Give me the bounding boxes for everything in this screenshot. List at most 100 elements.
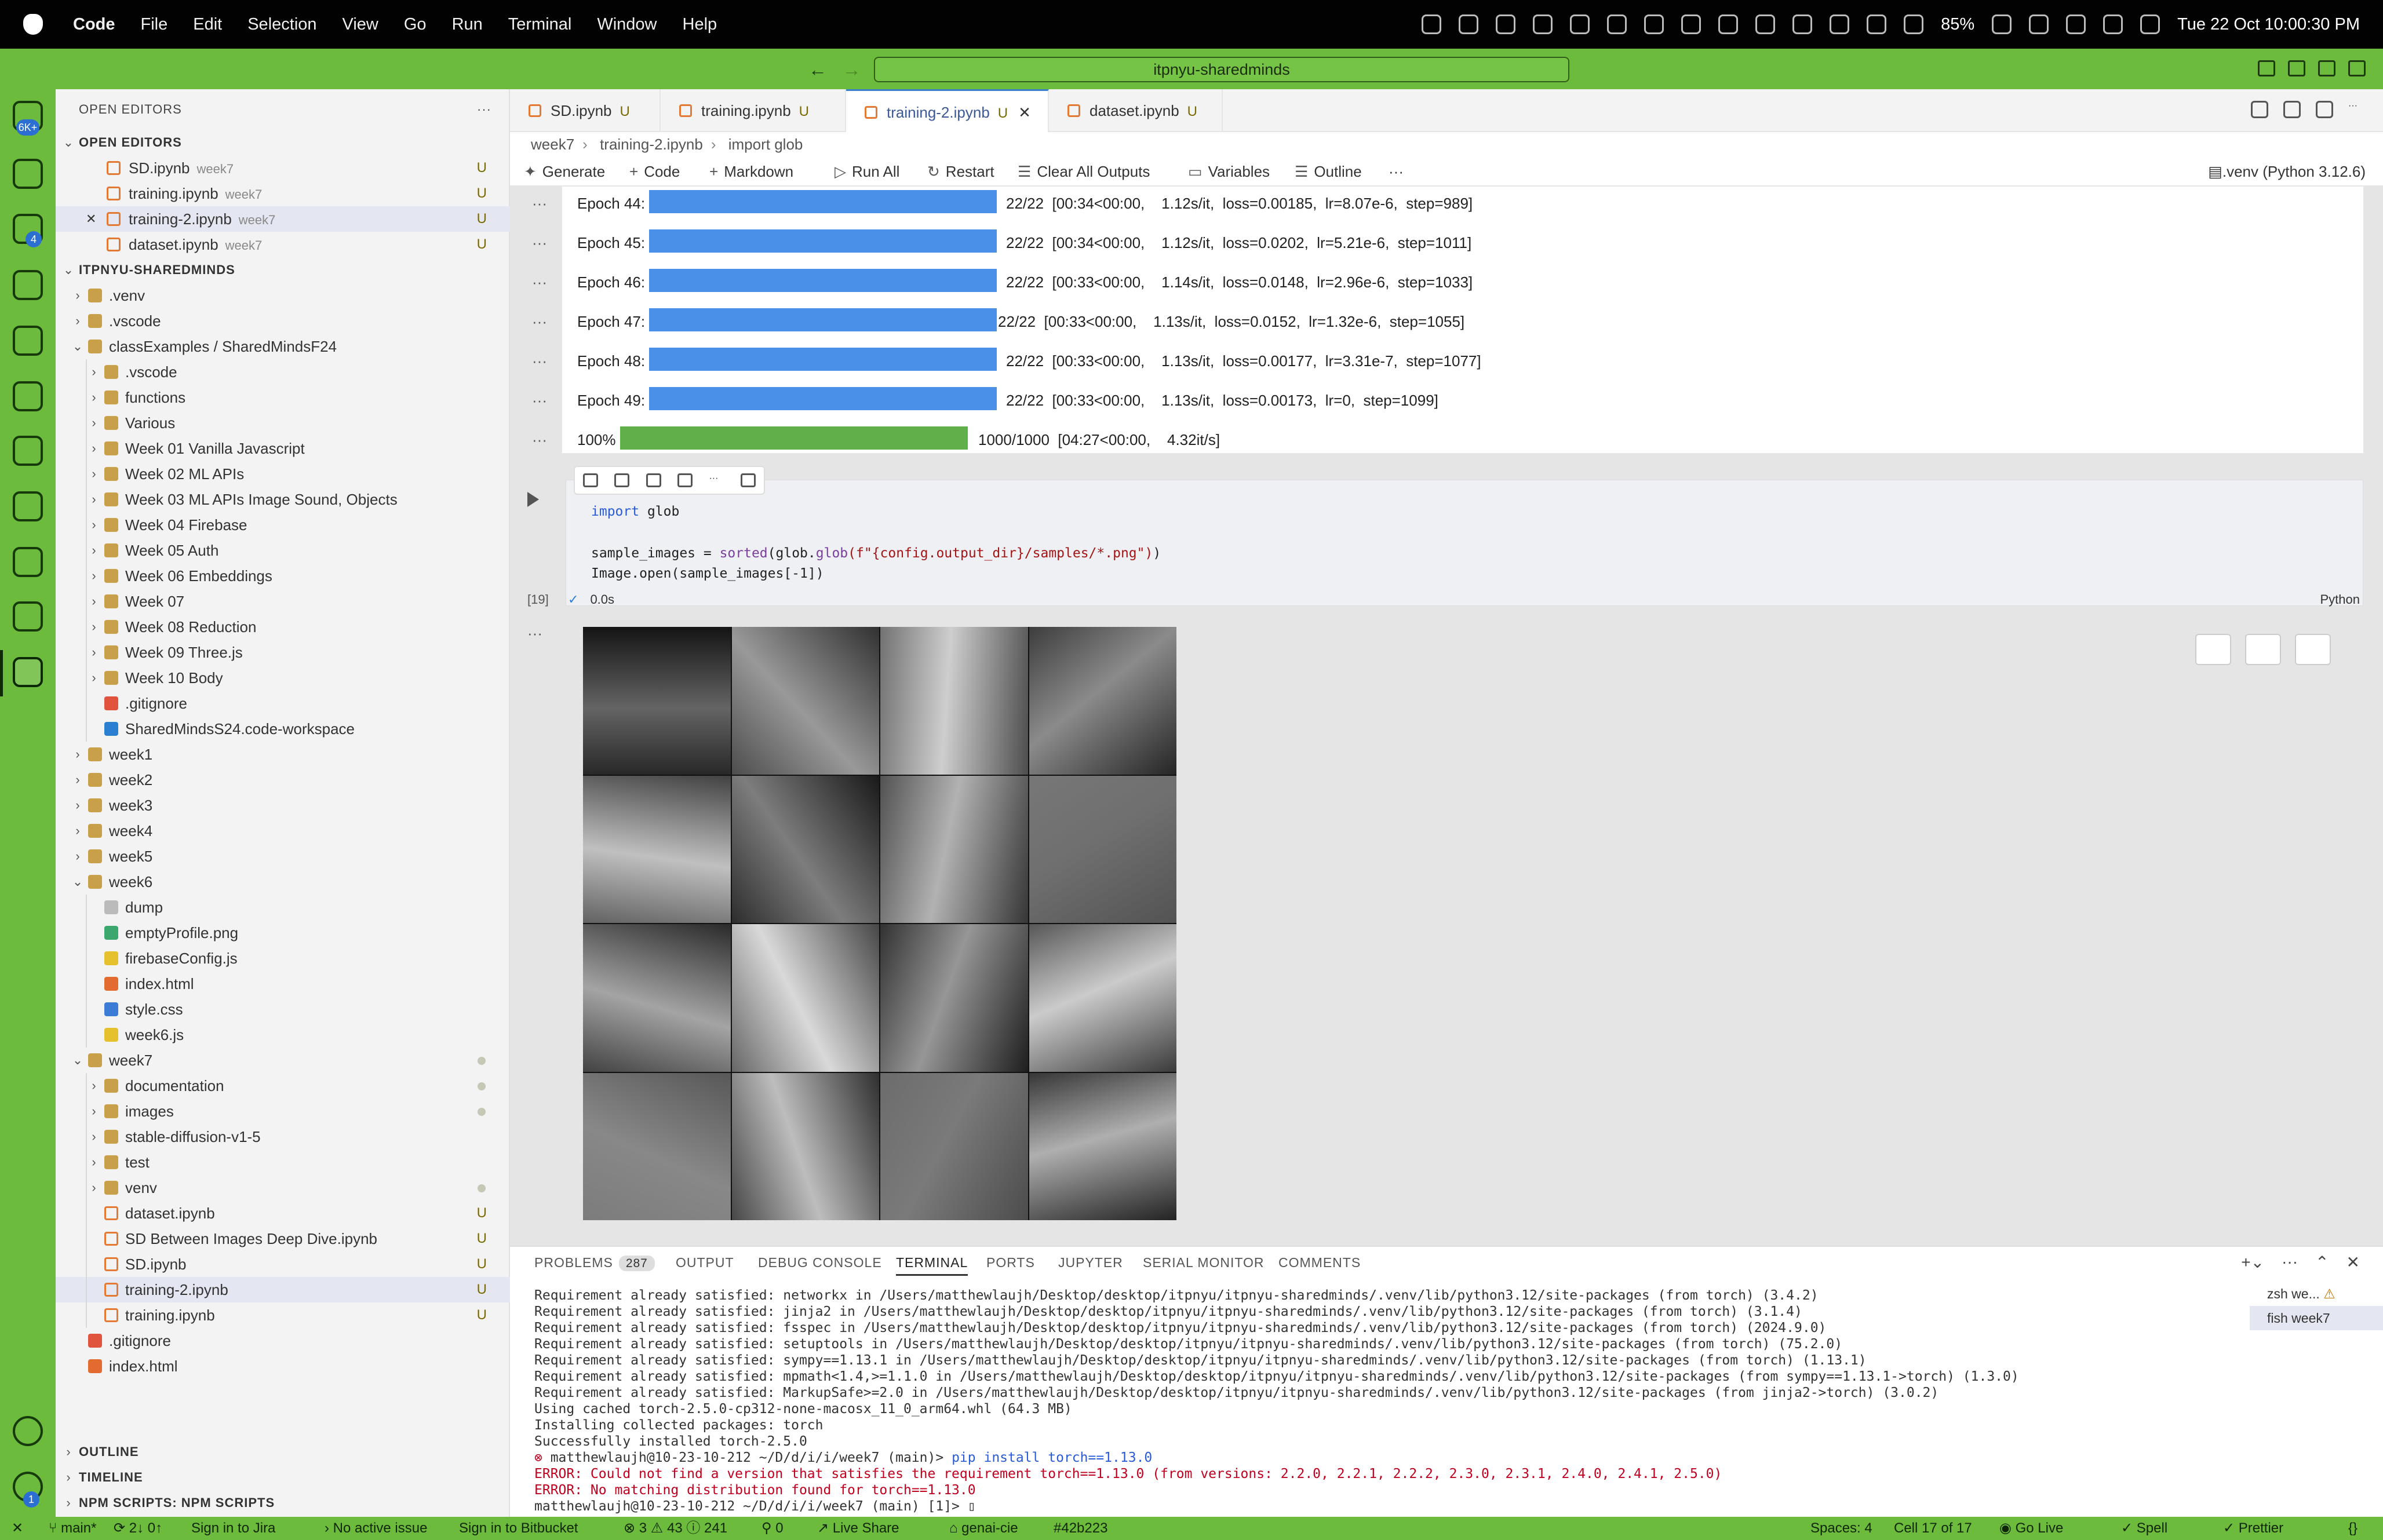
- notifications-icon[interactable]: {}: [2348, 1517, 2358, 1540]
- tree-item-week-03-ml-apis-image-sound-objects[interactable]: › Week 03 ML APIs Image Sound, Objects: [56, 487, 510, 512]
- tree-item-week4[interactable]: › week4: [56, 818, 510, 844]
- row-more-icon[interactable]: ···: [532, 392, 547, 410]
- sync-indicator[interactable]: ⟳ 2↓ 0↑: [114, 1517, 162, 1540]
- settings-icon[interactable]: [2251, 101, 2268, 118]
- cell-language[interactable]: Python: [2320, 592, 2360, 607]
- open-editor-item[interactable]: dataset.ipynb week7 U: [56, 232, 510, 257]
- row-more-icon[interactable]: ···: [532, 234, 547, 252]
- clock[interactable]: Tue 22 Oct 10:00:30 PM: [2177, 15, 2360, 34]
- notification-app-icon[interactable]: [1422, 14, 1442, 34]
- live-share-button[interactable]: ↗ Live Share: [817, 1517, 899, 1540]
- mirroring-icon[interactable]: [1644, 14, 1664, 34]
- tree-item-week1[interactable]: › week1: [56, 742, 510, 767]
- run-below-icon[interactable]: [614, 473, 630, 487]
- more-icon[interactable]: ···: [2348, 101, 2366, 118]
- row-more-icon[interactable]: ···: [532, 195, 547, 213]
- chatgpt-icon[interactable]: [1533, 14, 1553, 34]
- split-editor-icon[interactable]: [2316, 101, 2333, 118]
- tree-item-firebaseconfig-js[interactable]: firebaseConfig.js: [56, 946, 510, 971]
- tree-item-documentation[interactable]: › documentation: [56, 1073, 510, 1099]
- breadcrumb-cell[interactable]: import glob: [728, 136, 803, 153]
- testing-flask-icon[interactable]: [13, 270, 43, 300]
- tree-item-emptyprofile-png[interactable]: emptyProfile.png: [56, 920, 510, 946]
- close-panel-icon[interactable]: ✕: [2346, 1253, 2360, 1272]
- battery-icon[interactable]: [1992, 14, 2012, 34]
- tree-item-dataset-ipynb[interactable]: dataset.ipynb U: [56, 1200, 510, 1226]
- back-arrow-icon[interactable]: ←: [808, 59, 827, 80]
- delete-cell-icon[interactable]: [740, 473, 756, 487]
- outline-section[interactable]: › OUTLINE: [56, 1439, 510, 1465]
- toggle-sidebar-icon[interactable]: [2258, 60, 2275, 76]
- wifi-icon[interactable]: [2029, 14, 2049, 34]
- genai-indicator[interactable]: ⌂ genai-cie: [949, 1517, 1018, 1540]
- tab-ports[interactable]: PORTS: [986, 1255, 1035, 1271]
- tab-dataset[interactable]: dataset.ipynb U: [1049, 89, 1223, 132]
- menu-selection[interactable]: Selection: [247, 15, 316, 34]
- airdrop-icon[interactable]: [1830, 14, 1850, 34]
- open-editor-item[interactable]: training.ipynb week7 U: [56, 181, 510, 206]
- tree-item-vscode[interactable]: › .vscode: [56, 359, 510, 385]
- save-output-icon[interactable]: [2295, 634, 2331, 665]
- tab-serial-monitor[interactable]: SERIAL MONITOR: [1143, 1255, 1265, 1271]
- tree-item-week3[interactable]: › week3: [56, 793, 510, 818]
- commit-hash[interactable]: #42b223: [1054, 1517, 1107, 1540]
- variables-button[interactable]: ▭ Variables: [1188, 156, 1270, 187]
- tree-item-week7[interactable]: ⌄ week7: [56, 1048, 510, 1073]
- control-center-icon[interactable]: [2103, 14, 2123, 34]
- jira-signin[interactable]: Sign in to Jira: [191, 1517, 275, 1540]
- row-more-icon[interactable]: ···: [532, 313, 547, 331]
- row-more-icon[interactable]: ···: [532, 431, 547, 449]
- close-editor-icon[interactable]: ✕: [86, 206, 96, 232]
- execute-icon[interactable]: [646, 473, 661, 487]
- tree-item-week5[interactable]: › week5: [56, 844, 510, 869]
- menu-edit[interactable]: Edit: [193, 15, 222, 34]
- tree-item-week6-js[interactable]: week6.js: [56, 1022, 510, 1048]
- activity-monitor-icon[interactable]: [1718, 14, 1739, 34]
- open-editors-section[interactable]: ⌄ OPEN EDITORS: [56, 130, 510, 155]
- tab-training[interactable]: training.ipynb U: [661, 89, 846, 132]
- moon-icon[interactable]: [1792, 14, 1813, 34]
- close-tab-icon[interactable]: ✕: [1018, 104, 1031, 121]
- more-actions-icon[interactable]: ···: [477, 89, 491, 130]
- tree-item-sd-between-images-deep-dive-ipynb[interactable]: SD Between Images Deep Dive.ipynb U: [56, 1226, 510, 1251]
- run-above-icon[interactable]: [583, 473, 599, 487]
- command-center[interactable]: itpnyu-sharedminds: [874, 57, 1569, 82]
- open-changes-icon[interactable]: [2283, 101, 2301, 118]
- row-more-icon[interactable]: ···: [532, 352, 547, 370]
- run-debug-icon[interactable]: [13, 159, 43, 189]
- tree-item-week-08-reduction[interactable]: › Week 08 Reduction: [56, 614, 510, 640]
- tree-item-dump[interactable]: dump: [56, 895, 510, 920]
- tab-debug-console[interactable]: DEBUG CONSOLE: [758, 1255, 882, 1271]
- restart-button[interactable]: ↻ Restart: [927, 156, 994, 187]
- run-cell-icon[interactable]: [527, 492, 539, 507]
- tab-training-2[interactable]: training-2.ipynb U ✕: [846, 89, 1049, 132]
- forward-arrow-icon[interactable]: →: [843, 59, 861, 80]
- toggle-secondary-sidebar-icon[interactable]: [2318, 60, 2335, 76]
- tree-item-training-ipynb[interactable]: training.ipynb U: [56, 1302, 510, 1328]
- screen-record-icon[interactable]: [1459, 14, 1479, 34]
- jira-issue[interactable]: › No active issue: [325, 1517, 427, 1540]
- cell-more-icon[interactable]: ···: [709, 473, 724, 487]
- tree-item-style-css[interactable]: style.css: [56, 997, 510, 1022]
- tree-item-various[interactable]: › Various: [56, 410, 510, 436]
- tab-problems[interactable]: PROBLEMS 287: [534, 1255, 655, 1271]
- remote-indicator[interactable]: ✕: [12, 1517, 23, 1540]
- live-share-icon[interactable]: [13, 601, 43, 632]
- tree-item-week-02-ml-apis[interactable]: › Week 02 ML APIs: [56, 461, 510, 487]
- terminal-output[interactable]: Requirement already satisfied: networkx …: [534, 1287, 2383, 1515]
- tab-output[interactable]: OUTPUT: [676, 1255, 734, 1271]
- github-icon[interactable]: [13, 326, 43, 356]
- tree-item-index-html[interactable]: index.html: [56, 971, 510, 997]
- clear-outputs-button[interactable]: ☰ Clear All Outputs: [1018, 156, 1150, 187]
- breadcrumb-file[interactable]: training-2.ipynb: [600, 136, 703, 153]
- play-icon[interactable]: [1904, 14, 1924, 34]
- run-all-button[interactable]: ▷ Run All: [835, 156, 899, 187]
- remote-explorer-icon[interactable]: [13, 381, 43, 411]
- panel-more-icon[interactable]: ···: [2282, 1253, 2298, 1272]
- tree-item-venv[interactable]: › .venv: [56, 283, 510, 308]
- tree-item-week-01-vanilla-javascript[interactable]: › Week 01 Vanilla Javascript: [56, 436, 510, 461]
- toggle-panel-icon[interactable]: [2288, 60, 2305, 76]
- customize-layout-icon[interactable]: [2348, 60, 2366, 76]
- chart-output-icon[interactable]: [2245, 634, 2281, 665]
- tree-item-images[interactable]: › images: [56, 1099, 510, 1124]
